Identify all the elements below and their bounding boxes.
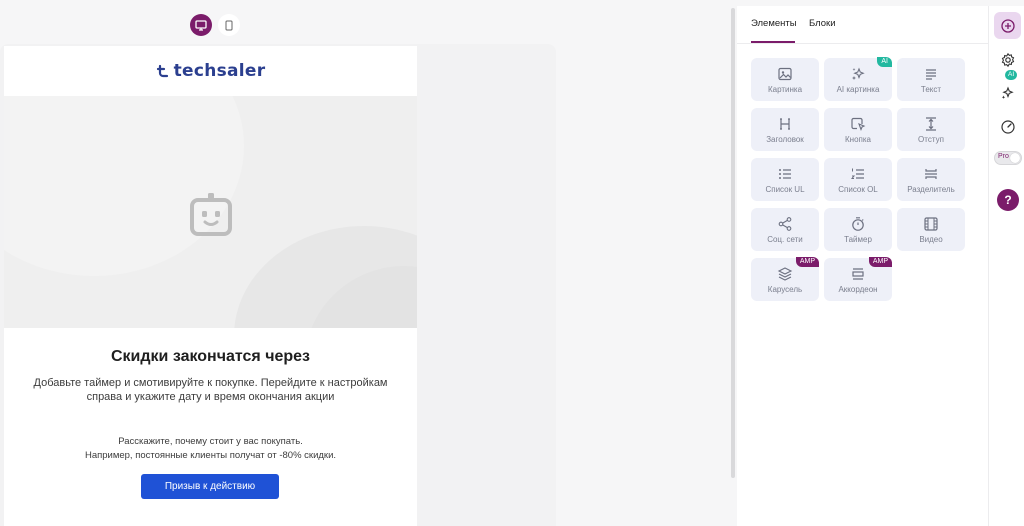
- toggle-knob: [1010, 153, 1020, 163]
- help-button[interactable]: ?: [997, 189, 1019, 211]
- email-description[interactable]: Добавьте таймер и смотивируйте к покупке…: [24, 376, 397, 404]
- tile-label: Текст: [920, 84, 942, 94]
- active-tab-indicator: [751, 41, 795, 43]
- tile-label: Разделитель: [907, 184, 955, 194]
- pro-label: Pro: [998, 153, 1009, 160]
- text-icon: [926, 68, 936, 80]
- email-note[interactable]: Расскажите, почему стоит у вас покупать.…: [24, 435, 397, 463]
- device-toggle: [190, 14, 240, 36]
- element-timer[interactable]: Таймер: [824, 208, 892, 251]
- tools-sidebar: AI Pro ?: [988, 6, 1024, 526]
- element-spacer[interactable]: Отступ: [897, 108, 965, 151]
- accordion-icon: [852, 267, 864, 280]
- image-icon: [778, 67, 792, 80]
- tile-label: Видео: [919, 234, 943, 244]
- mobile-icon: [225, 20, 233, 30]
- settings-button[interactable]: [994, 46, 1021, 73]
- share-icon: [778, 216, 792, 231]
- hero-shape: [4, 96, 244, 276]
- timer-icon: [852, 216, 864, 231]
- hero-image-placeholder[interactable]: [4, 96, 417, 328]
- tile-label: Соц. сети: [767, 234, 803, 244]
- tile-label: Кнопка: [845, 134, 871, 144]
- ai-assistant-button[interactable]: [994, 79, 1021, 106]
- amp-badge: AMP: [868, 257, 892, 267]
- tile-label: Таймер: [844, 234, 872, 244]
- list-ul-icon: [779, 168, 791, 179]
- email-note-line: Расскажите, почему стоит у вас покупать.: [118, 436, 303, 447]
- gear-icon: [1001, 52, 1014, 67]
- element-video[interactable]: Видео: [897, 208, 965, 251]
- tile-label: Заголовок: [766, 134, 804, 144]
- cta-button[interactable]: Призыв к действию: [141, 474, 279, 499]
- tile-label: Карусель: [767, 284, 803, 294]
- tile-label: Список OL: [838, 184, 878, 194]
- tile-label: Аккордеон: [838, 284, 878, 294]
- plus-circle-icon: [1000, 18, 1015, 33]
- element-text[interactable]: Текст: [897, 58, 965, 101]
- divider-icon: [925, 168, 937, 179]
- layers-icon: [777, 266, 793, 281]
- element-button[interactable]: Кнопка: [824, 108, 892, 151]
- element-ai-image[interactable]: AI AI картинка: [824, 57, 892, 101]
- panel-tabs: Элементы Блоки: [737, 6, 988, 44]
- element-list-ol[interactable]: Список OL: [824, 158, 892, 201]
- panel-scrollbar[interactable]: [731, 8, 735, 478]
- element-list-ul[interactable]: Список UL: [751, 158, 819, 201]
- element-divider[interactable]: Разделитель: [897, 158, 965, 201]
- logo[interactable]: techsaler: [4, 46, 417, 96]
- speed-test-button[interactable]: [994, 113, 1021, 140]
- logo-text: techsaler: [173, 61, 266, 81]
- add-block-button[interactable]: [994, 12, 1021, 39]
- tile-label: Список UL: [765, 184, 805, 194]
- sparkle-icon: [852, 67, 865, 80]
- element-social[interactable]: Соц. сети: [751, 208, 819, 251]
- desktop-view-button[interactable]: [190, 14, 212, 36]
- tile-label: AI картинка: [836, 84, 880, 94]
- tab-elements[interactable]: Элементы: [751, 18, 797, 29]
- desktop-icon: [195, 19, 207, 31]
- amp-badge: AMP: [795, 257, 819, 267]
- element-carousel[interactable]: AMP Карусель: [751, 257, 819, 301]
- app-window: techsaler Скидки закончатся через Добавь…: [0, 0, 1024, 526]
- element-accordion[interactable]: AMP Аккордеон: [824, 257, 892, 301]
- tile-label: Картинка: [767, 84, 803, 94]
- element-image[interactable]: Картинка: [751, 58, 819, 101]
- mobile-view-button[interactable]: [218, 14, 240, 36]
- list-ol-icon: [850, 168, 864, 179]
- email-title[interactable]: Скидки закончатся через: [4, 348, 417, 366]
- heading-icon: [780, 117, 790, 130]
- ai-badge: AI: [877, 57, 892, 67]
- button-icon: [851, 117, 866, 131]
- video-icon: [924, 216, 938, 231]
- email-preview[interactable]: techsaler Скидки закончатся через Добавь…: [4, 46, 417, 526]
- elements-panel: Элементы Блоки Картинка AI AI картинка Т…: [737, 6, 988, 526]
- tab-blocks[interactable]: Блоки: [809, 18, 836, 29]
- spacer-icon: [926, 116, 936, 131]
- pro-toggle[interactable]: Pro: [994, 151, 1022, 165]
- robot-placeholder-icon: [190, 193, 232, 236]
- element-heading[interactable]: Заголовок: [751, 108, 819, 151]
- sparkle-icon: [1001, 86, 1014, 99]
- logo-mark-icon: [156, 64, 168, 78]
- tile-label: Отступ: [918, 134, 944, 144]
- email-note-line: Например, постоянные клиенты получат от …: [84, 450, 337, 461]
- gauge-icon: [1000, 119, 1015, 134]
